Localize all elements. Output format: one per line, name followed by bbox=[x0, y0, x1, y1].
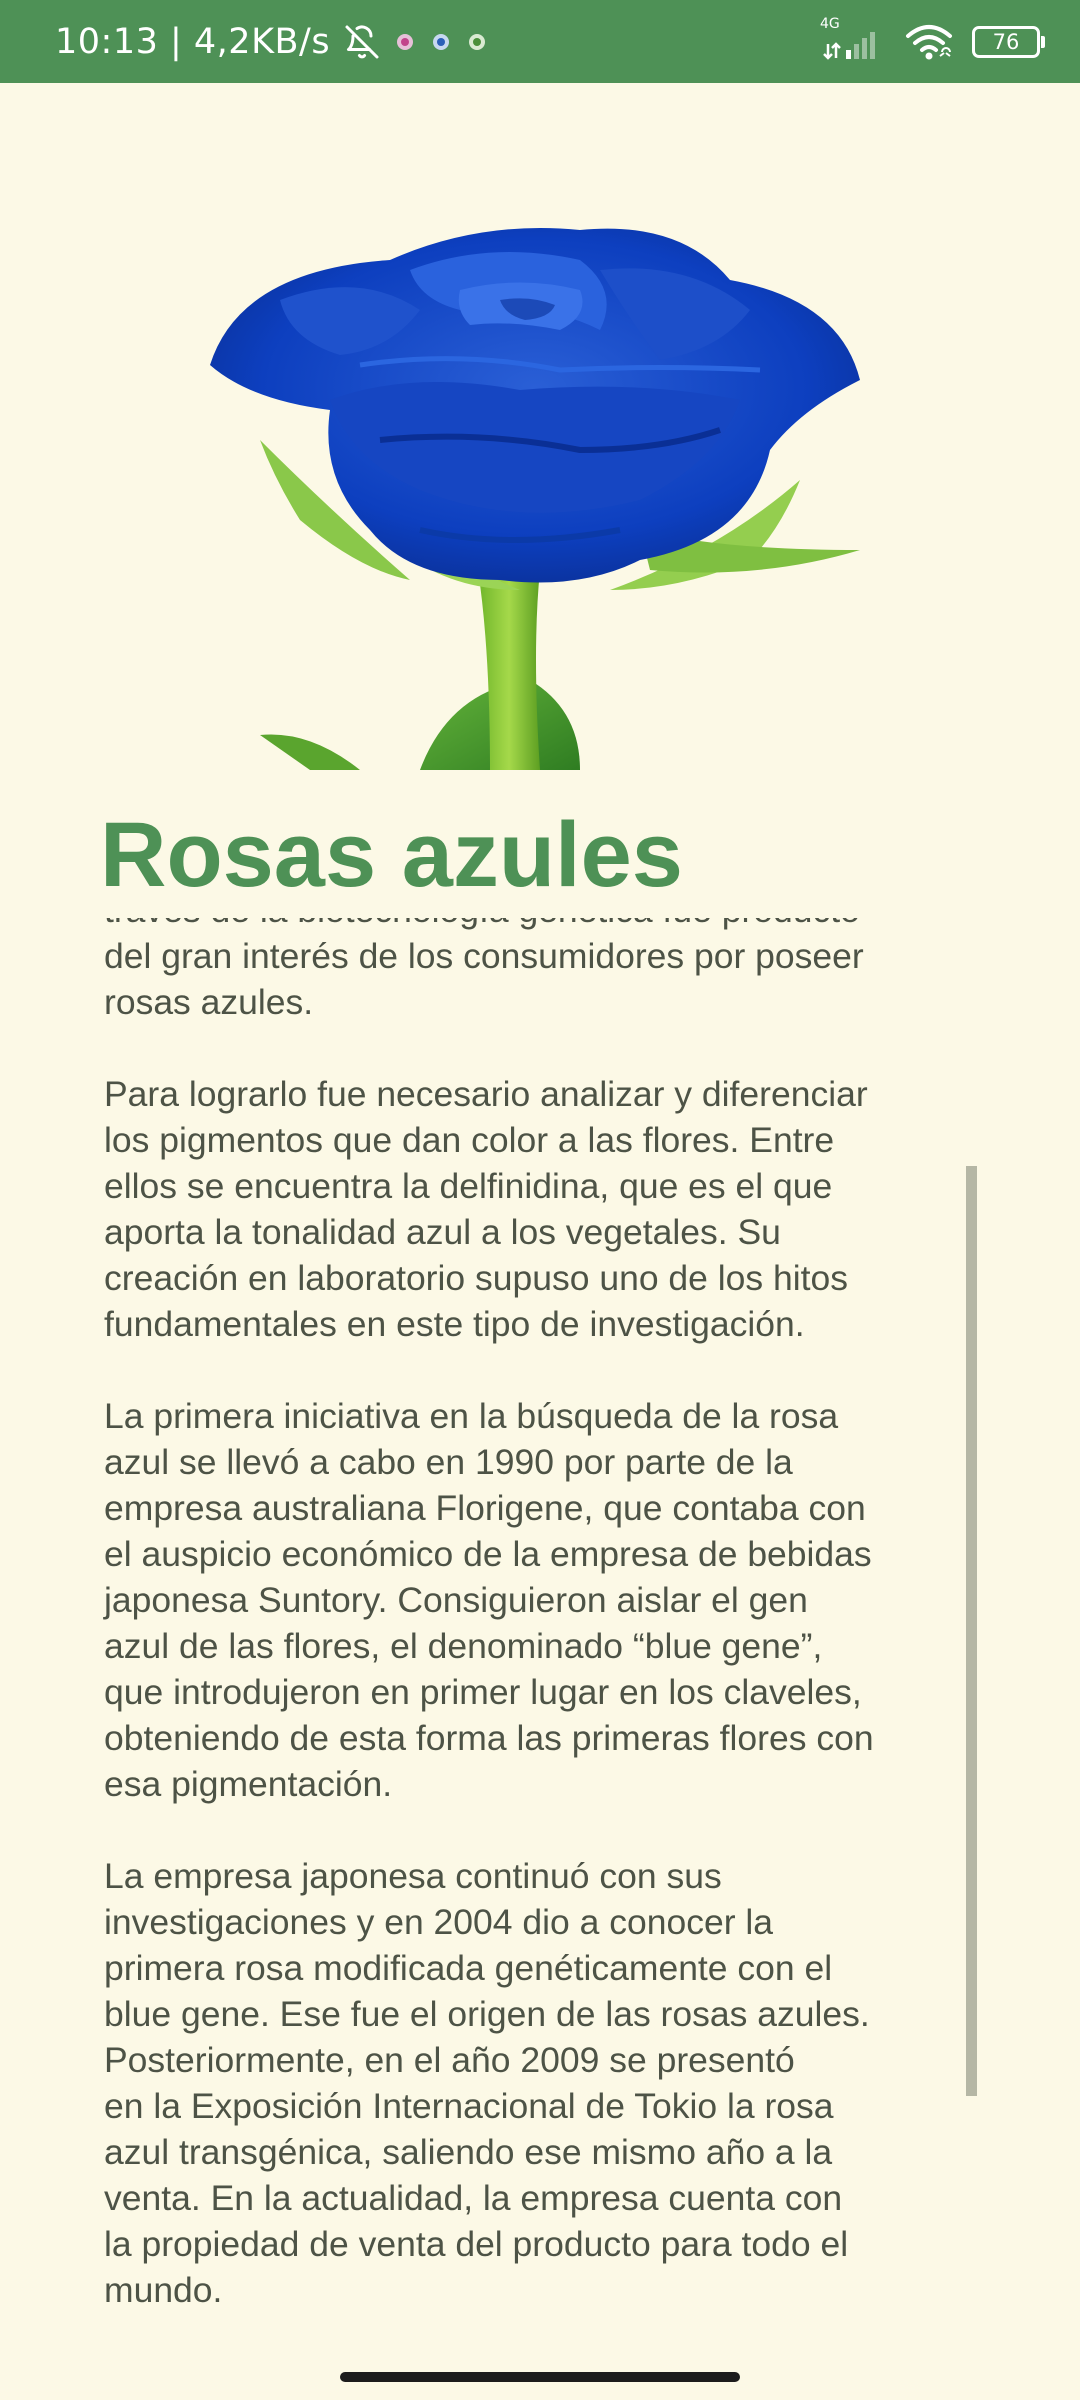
status-bar: 10:13 | 4,2KB/s 4G 76 bbox=[0, 0, 1080, 83]
article-paragraph: La empresa japonesa continuó con sus inv… bbox=[104, 1856, 870, 2310]
blue-rose-image bbox=[160, 150, 900, 770]
status-time: 10:13 | 4,2KB/s bbox=[55, 21, 331, 62]
app-notification-icon bbox=[394, 31, 416, 53]
battery-level: 76 bbox=[992, 29, 1020, 54]
status-right-group: 4G 76 bbox=[820, 16, 1045, 62]
article-paragraph: La primera iniciativa en la búsqueda de … bbox=[104, 1396, 874, 1804]
article-paragraph: través de la biotecnología genética fue … bbox=[104, 918, 864, 1022]
app-notification-icon bbox=[430, 31, 452, 53]
bell-off-icon bbox=[344, 24, 380, 60]
app-notification-icon bbox=[466, 31, 488, 53]
article-body: través de la biotecnología genética fue … bbox=[104, 918, 974, 2350]
article-scroll-area[interactable]: través de la biotecnología genética fue … bbox=[0, 918, 1080, 2350]
home-indicator[interactable] bbox=[340, 2372, 740, 2382]
signal-icon: 4G bbox=[820, 16, 886, 62]
article-paragraph: Para lograrlo fue necesario analizar y d… bbox=[104, 1074, 868, 1344]
network-type-label: 4G bbox=[820, 15, 840, 32]
wifi-icon bbox=[904, 22, 954, 62]
page-title: Rosas azules bbox=[100, 804, 683, 906]
battery-icon: 76 bbox=[972, 25, 1045, 58]
scrollbar-thumb[interactable] bbox=[966, 1166, 977, 2096]
